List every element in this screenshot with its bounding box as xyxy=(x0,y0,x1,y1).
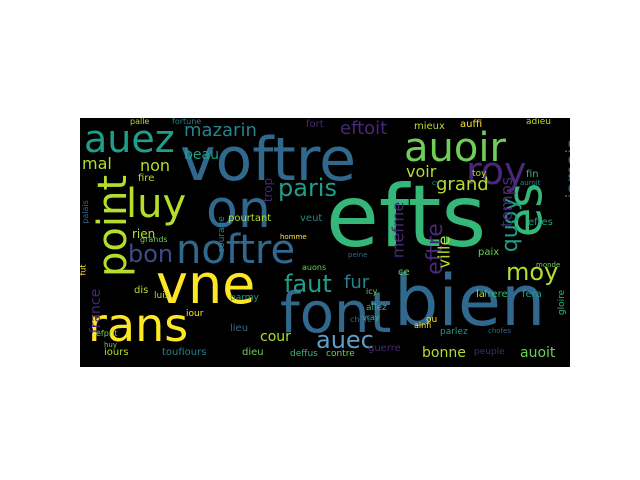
word-paix: paix xyxy=(478,247,500,258)
word-efprit: efprit xyxy=(96,329,118,338)
word-iours: iours xyxy=(104,347,129,358)
word-cloud: efts bien voftre font rans vne noftre on… xyxy=(80,118,570,367)
word-contre: contre xyxy=(326,349,355,359)
word-palais: palais xyxy=(80,200,90,224)
word-guerre: guerre xyxy=(368,343,401,354)
word-parlez: parlez xyxy=(440,327,468,337)
word-fire: fire xyxy=(138,173,155,184)
word-france: france xyxy=(88,288,105,334)
word-faut: faut xyxy=(284,270,332,298)
word-iour: iour xyxy=(186,309,204,319)
word-cy: cy xyxy=(432,179,440,187)
word-allez: allez xyxy=(366,303,387,313)
word-mefme: mefme xyxy=(388,201,408,259)
word-auons: auons xyxy=(302,263,327,272)
word-frere: frere xyxy=(484,289,508,300)
word-toufiours: toufiours xyxy=(162,347,207,358)
word-non: non xyxy=(140,156,171,175)
word-gloire: gloire xyxy=(557,289,568,316)
word-mieux: mieux xyxy=(414,121,445,132)
word-icy: icy xyxy=(366,287,378,296)
word-peuple: peuple xyxy=(474,347,505,357)
word-lieu: lieu xyxy=(230,323,249,334)
word-voir: voir xyxy=(406,162,437,181)
word-courage: courage xyxy=(216,216,227,253)
word-deffus: deffus xyxy=(290,349,318,359)
word-fera: fera xyxy=(522,289,542,300)
word-beau: beau xyxy=(184,147,219,163)
word-ville: ville xyxy=(434,235,454,269)
word-grands: grands xyxy=(140,235,168,244)
word-fortune: fortune xyxy=(172,118,202,126)
word-paris: paris xyxy=(278,174,337,202)
word-eftoit: eftoit xyxy=(340,118,388,139)
word-cour: cour xyxy=(260,329,291,345)
word-fort: fort xyxy=(306,119,324,130)
word-bon: bon xyxy=(128,240,174,268)
word-monde: monde xyxy=(536,261,561,269)
word-mal: mal xyxy=(82,154,112,173)
word-la: la xyxy=(476,289,485,300)
word-dieu: dieu xyxy=(242,347,264,358)
word-trop: trop xyxy=(261,177,276,203)
word-luy: luy xyxy=(126,181,187,227)
word-ce: ce xyxy=(398,267,410,278)
word-peine: peine xyxy=(348,251,368,259)
word-pourtant: pourtant xyxy=(228,213,272,224)
word-adieu: adieu xyxy=(526,118,551,127)
word-parmy: parmy xyxy=(230,293,259,303)
word-eftes: eftes xyxy=(528,217,553,228)
word-chofe: chofe xyxy=(350,315,373,324)
word-toy: toy xyxy=(472,169,487,179)
word-dis: dis xyxy=(134,285,149,296)
word-huy: huy xyxy=(104,341,118,349)
word-luis: luis xyxy=(154,291,170,301)
word-chofes: chofes xyxy=(488,327,511,335)
word-veut: veut xyxy=(300,213,323,224)
word-auoit: auoit xyxy=(520,345,556,361)
word-iamais: iamais xyxy=(562,139,570,199)
word-palle: palle xyxy=(130,118,150,126)
word-auffi: auffi xyxy=(460,119,483,130)
word-temps: temps xyxy=(497,176,517,228)
word-homme: homme xyxy=(280,233,307,241)
word-bonne: bonne xyxy=(422,345,466,361)
word-auroit: auroit xyxy=(520,179,541,187)
word-fut: fut xyxy=(80,264,88,276)
word-ou: ou xyxy=(426,315,438,325)
